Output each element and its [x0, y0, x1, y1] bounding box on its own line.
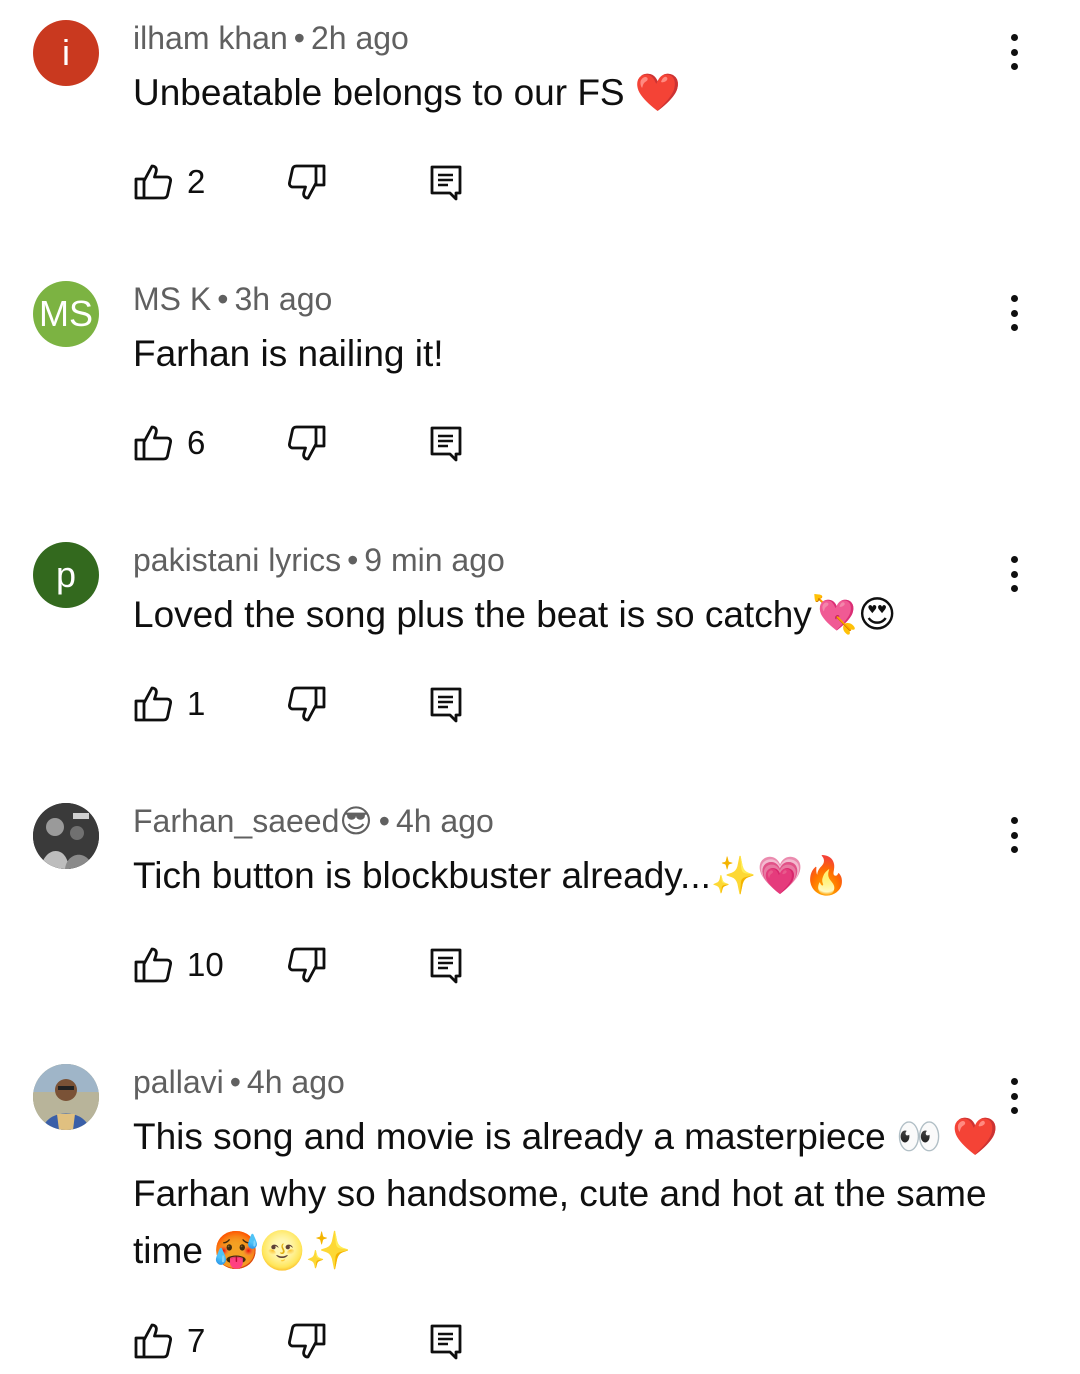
comment-time[interactable]: 2h ago	[311, 20, 409, 56]
thumbs-down-icon	[287, 945, 327, 985]
reply-icon	[427, 684, 467, 724]
like-button[interactable]: 2	[133, 160, 205, 204]
thumbs-up-icon	[133, 1321, 173, 1361]
reply-icon	[427, 945, 467, 985]
more-vertical-icon[interactable]	[996, 813, 1032, 857]
like-button[interactable]: 10	[133, 943, 224, 987]
avatar[interactable]: MS	[33, 281, 99, 347]
like-button[interactable]: 7	[133, 1319, 205, 1363]
thumbs-down-icon	[287, 684, 327, 724]
comment-time[interactable]: 4h ago	[396, 803, 494, 839]
comment-actions: 1	[133, 682, 533, 726]
like-count: 6	[187, 424, 206, 461]
thumbs-down-icon	[287, 423, 327, 463]
like-count: 7	[187, 1322, 206, 1359]
reply-button[interactable]	[427, 1319, 467, 1363]
more-vertical-icon[interactable]	[996, 30, 1032, 74]
comment-meta: pallavi • 4h ago	[133, 1062, 345, 1102]
like-button[interactable]: 6	[133, 421, 205, 465]
profile-photo-icon	[33, 803, 99, 869]
comment-text: Tich button is blockbuster already...✨💗🔥	[133, 855, 850, 896]
comment-text: Farhan is nailing it!	[133, 333, 444, 374]
meta-separator: •	[293, 20, 305, 56]
avatar-initial: i	[62, 32, 70, 73]
more-vertical-icon[interactable]	[996, 291, 1032, 335]
like-count: 2	[187, 163, 206, 200]
comment-author[interactable]: ilham khan	[133, 20, 288, 56]
comment-meta: ilham khan • 2h ago	[133, 18, 409, 58]
like-count: 10	[187, 946, 224, 983]
like-count: 1	[187, 685, 206, 722]
meta-separator: •	[217, 281, 229, 317]
comment-meta: pakistani lyrics • 9 min ago	[133, 540, 505, 580]
reply-icon	[427, 423, 467, 463]
reply-button[interactable]	[427, 943, 467, 987]
avatar[interactable]: p	[33, 542, 99, 608]
reply-button[interactable]	[427, 160, 467, 204]
comment-meta: MS K • 3h ago	[133, 279, 332, 319]
comment-author[interactable]: MS K	[133, 281, 211, 317]
comment-text: Unbeatable belongs to our FS ❤️	[133, 72, 681, 113]
dislike-button[interactable]	[287, 1319, 327, 1363]
thumbs-up-icon	[133, 162, 173, 202]
comment-text: This song and movie is already a masterp…	[133, 1116, 999, 1271]
reply-button[interactable]	[427, 421, 467, 465]
reply-icon	[427, 1321, 467, 1361]
comment-author[interactable]: pallavi	[133, 1064, 224, 1100]
avatar[interactable]	[33, 1064, 99, 1130]
avatar-initial: MS	[39, 293, 93, 334]
more-vertical-icon[interactable]	[996, 1074, 1032, 1118]
avatar-initial: p	[55, 554, 77, 595]
meta-separator: •	[229, 1064, 241, 1100]
comment-actions: 7	[133, 1319, 533, 1363]
comment-meta: Farhan_saeed😎 • 4h ago	[133, 801, 494, 841]
reply-icon	[427, 162, 467, 202]
comment-time[interactable]: 3h ago	[234, 281, 332, 317]
meta-separator: •	[347, 542, 359, 578]
thumbs-up-icon	[133, 684, 173, 724]
more-vertical-icon[interactable]	[996, 552, 1032, 596]
comment-time[interactable]: 9 min ago	[364, 542, 505, 578]
dislike-button[interactable]	[287, 682, 327, 726]
avatar[interactable]: i	[33, 20, 99, 86]
thumbs-up-icon	[133, 945, 173, 985]
thumbs-up-icon	[133, 423, 173, 463]
dislike-button[interactable]	[287, 421, 327, 465]
meta-separator: •	[378, 803, 390, 839]
comment-author[interactable]: Farhan_saeed😎	[133, 803, 373, 839]
comment-time[interactable]: 4h ago	[247, 1064, 345, 1100]
thumbs-down-icon	[287, 1321, 327, 1361]
comment-author[interactable]: pakistani lyrics	[133, 542, 341, 578]
like-button[interactable]: 1	[133, 682, 205, 726]
dislike-button[interactable]	[287, 943, 327, 987]
avatar[interactable]	[33, 803, 99, 869]
comment-actions: 6	[133, 421, 533, 465]
comment-actions: 2	[133, 160, 533, 204]
thumbs-down-icon	[287, 162, 327, 202]
dislike-button[interactable]	[287, 160, 327, 204]
reply-button[interactable]	[427, 682, 467, 726]
profile-photo-icon	[33, 1064, 99, 1130]
comment-actions: 10	[133, 943, 533, 987]
comment-text: Loved the song plus the beat is so catch…	[133, 594, 897, 635]
